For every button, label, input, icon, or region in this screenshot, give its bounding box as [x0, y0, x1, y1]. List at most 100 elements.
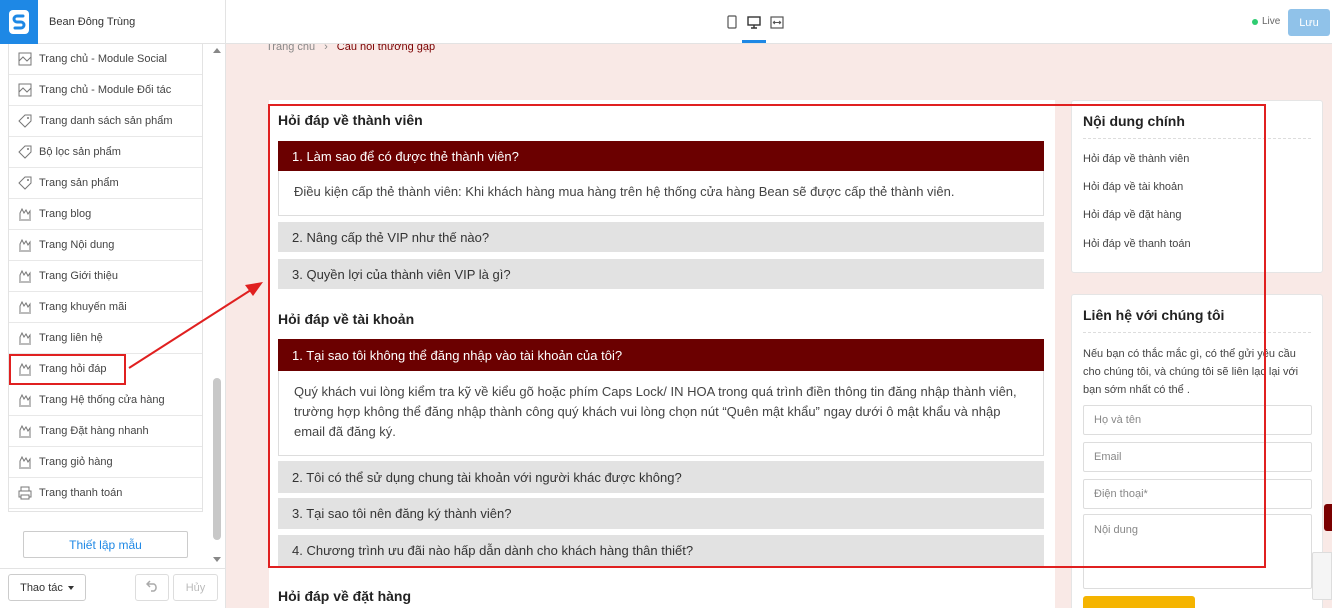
- template-item-module-doi-tac[interactable]: Trang chủ - Module Đối tác: [9, 75, 202, 106]
- template-item-label: Trang Nội dung: [39, 239, 115, 251]
- toc-link[interactable]: Hỏi đáp về tài khoản: [1083, 181, 1183, 193]
- page-icon: [17, 237, 33, 253]
- template-item-label: Trang giỏ hàng: [39, 456, 113, 468]
- actions-label: Thao tác: [20, 581, 63, 594]
- page-icon: [17, 423, 33, 439]
- phone-input[interactable]: Điện thoại*: [1083, 479, 1312, 509]
- template-item-stores[interactable]: Trang Hệ thống cửa hàng: [9, 385, 202, 416]
- toc-box: Nội dung chính Hỏi đáp về thành viên Hỏi…: [1071, 100, 1323, 273]
- recaptcha-badge[interactable]: [1312, 552, 1332, 600]
- template-item-promo[interactable]: Trang khuyến mãi: [9, 292, 202, 323]
- faq-content: Hỏi đáp về thành viên 1. Làm sao để có đ…: [269, 100, 1055, 608]
- template-item-label: Trang chủ - Module Social: [39, 53, 167, 65]
- floating-tab[interactable]: [1324, 504, 1332, 531]
- breadcrumb-home[interactable]: Trang chủ: [266, 44, 315, 53]
- page-icon: [17, 206, 33, 222]
- sapo-logo-icon[interactable]: [0, 0, 38, 44]
- template-item-product[interactable]: Trang sản phẩm: [9, 168, 202, 199]
- template-item-label: Trang Giới thiệu: [39, 270, 118, 282]
- mobile-icon[interactable]: [724, 13, 740, 31]
- template-item-label: Trang blog: [39, 208, 92, 220]
- template-item-label: Trang Hệ thống cửa hàng: [39, 394, 165, 406]
- contact-box: Liên hệ với chúng tôi Nếu bạn có thắc mắ…: [1071, 294, 1323, 608]
- tag-icon: [17, 175, 33, 191]
- desktop-icon[interactable]: [742, 13, 766, 43]
- faq-section-title: Hỏi đáp về tài khoản: [278, 311, 415, 327]
- page-icon: [17, 268, 33, 284]
- toc-link[interactable]: Hỏi đáp về đặt hàng: [1083, 209, 1181, 221]
- toc-link[interactable]: Hỏi đáp về thành viên: [1083, 153, 1189, 165]
- faq-question[interactable]: 1. Tại sao tôi không thể đăng nhập vào t…: [278, 339, 1044, 371]
- template-item-faq[interactable]: Trang hỏi đáp: [9, 354, 126, 385]
- faq-question[interactable]: 3. Tại sao tôi nên đăng ký thành viên?: [278, 498, 1044, 529]
- template-item-label: Trang hỏi đáp: [39, 363, 107, 375]
- printer-icon: [17, 485, 33, 501]
- template-item-cart[interactable]: Trang giỏ hàng: [9, 447, 202, 478]
- faq-question[interactable]: 4. Chương trình ưu đãi nào hấp dẫn dành …: [278, 535, 1044, 566]
- faq-question[interactable]: 3. Quyền lợi của thành viên VIP là gì?: [278, 259, 1044, 289]
- faq-question[interactable]: 2. Tôi có thể sử dụng chung tài khoản vớ…: [278, 461, 1044, 493]
- template-item-about[interactable]: Trang Giới thiệu: [9, 261, 202, 292]
- caret-down-icon: [67, 585, 74, 590]
- template-item-label: Trang liên hệ: [39, 332, 103, 344]
- faq-section-title: Hỏi đáp về thành viên: [278, 112, 423, 128]
- live-dot-icon: [1252, 18, 1258, 25]
- left-footer: Thao tác Hủy: [0, 568, 225, 608]
- faq-answer: Quý khách vui lòng kiểm tra kỹ về kiểu g…: [278, 371, 1044, 456]
- breadcrumb-current: Câu hỏi thường gặp: [336, 44, 436, 53]
- layout-icon: [17, 51, 33, 67]
- contact-description: Nếu bạn có thắc mắc gì, có thể gửi yêu c…: [1083, 348, 1299, 396]
- page-icon: [17, 454, 33, 470]
- template-item-label: Bộ lọc sản phẩm: [39, 146, 121, 158]
- chevron-right-icon: ›: [324, 44, 328, 53]
- setup-template-button[interactable]: Thiết lập mẫu: [23, 531, 188, 558]
- fullwidth-icon[interactable]: [769, 13, 785, 31]
- page-icon: [17, 392, 33, 408]
- faq-answer: Điều kiện cấp thẻ thành viên: Khi khách …: [278, 171, 1044, 216]
- template-item-product-filter[interactable]: Bộ lọc sản phẩm: [9, 137, 202, 168]
- toc-title: Nội dung chính: [1083, 113, 1311, 139]
- template-item-label: Trang thanh toán: [39, 487, 123, 499]
- tag-icon: [17, 144, 33, 160]
- template-item-label: Trang sản phẩm: [39, 177, 119, 189]
- store-name: Bean Đông Trùng: [49, 15, 136, 28]
- faq-question[interactable]: 1. Làm sao để có được thẻ thành viên?: [278, 141, 1044, 171]
- template-item-blog[interactable]: Trang blog: [9, 199, 202, 230]
- template-item-label: Trang chủ - Module Đối tác: [39, 84, 172, 96]
- submit-button[interactable]: [1083, 596, 1195, 608]
- app-window: Bean Đông Trùng Trang chủ - Module Socia…: [0, 0, 1332, 608]
- actions-dropdown[interactable]: Thao tác: [8, 574, 86, 601]
- page-icon: [17, 361, 33, 377]
- save-button[interactable]: Lưu: [1288, 9, 1330, 36]
- scroll-up-icon[interactable]: [213, 48, 221, 53]
- template-item-label: Trang khuyến mãi: [39, 301, 127, 313]
- toc-link[interactable]: Hỏi đáp về thanh toán: [1083, 238, 1191, 250]
- breadcrumb: Trang chủ › Câu hỏi thường gặp: [266, 44, 435, 53]
- faq-question[interactable]: 2. Nâng cấp thẻ VIP như thế nào?: [278, 222, 1044, 252]
- scroll-down-icon[interactable]: [213, 557, 221, 562]
- template-item-content[interactable]: Trang Nội dung: [9, 230, 202, 261]
- template-item-contact[interactable]: Trang liên hệ: [9, 323, 202, 354]
- tag-icon: [17, 113, 33, 129]
- brand-header: Bean Đông Trùng: [0, 0, 225, 44]
- contact-title: Liên hệ với chúng tôi: [1083, 307, 1311, 333]
- template-item-checkout[interactable]: Trang thanh toán: [9, 478, 202, 509]
- template-list-scrollbar[interactable]: [212, 44, 222, 564]
- editor-topbar: Live Lưu: [226, 0, 1332, 44]
- left-panel: Bean Đông Trùng Trang chủ - Module Socia…: [0, 0, 226, 608]
- content-textarea[interactable]: Nội dung: [1083, 514, 1312, 589]
- template-item-product-list[interactable]: Trang danh sách sản phẩm: [9, 106, 202, 137]
- undo-icon: [145, 580, 159, 595]
- page-icon: [17, 299, 33, 315]
- scrollbar-thumb[interactable]: [213, 378, 221, 540]
- template-item-quick-order[interactable]: Trang Đặt hàng nhanh: [9, 416, 202, 447]
- template-item-label: Trang Đặt hàng nhanh: [39, 425, 149, 437]
- cancel-button[interactable]: Hủy: [173, 574, 218, 601]
- undo-button[interactable]: [135, 574, 169, 601]
- faq-section-title: Hỏi đáp về đặt hàng: [278, 588, 412, 604]
- template-list: Trang chủ - Module Social Trang chủ - Mo…: [8, 44, 203, 512]
- name-input[interactable]: Họ và tên: [1083, 405, 1312, 435]
- email-input[interactable]: Email: [1083, 442, 1312, 472]
- live-label: Live: [1262, 16, 1281, 27]
- template-item-module-social[interactable]: Trang chủ - Module Social: [9, 44, 202, 75]
